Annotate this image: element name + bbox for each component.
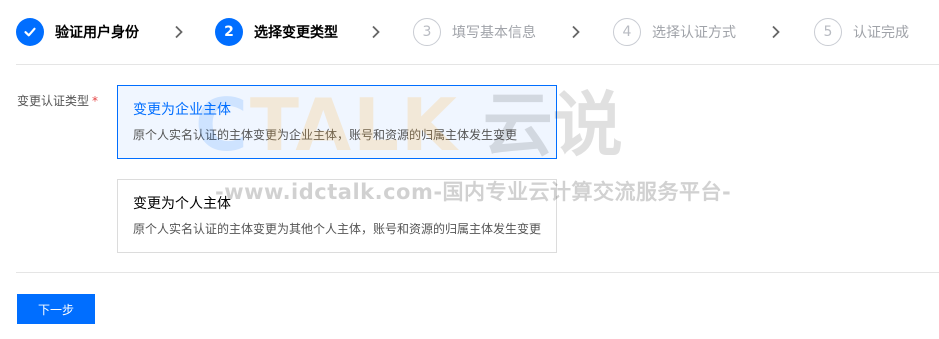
next-step-button[interactable]: 下一步 bbox=[17, 294, 95, 324]
option-personal-description: 原个人实名认证的主体变更为其他个人主体，账号和资源的归属主体发生变更 bbox=[133, 222, 542, 236]
step-5-label: 认证完成 bbox=[853, 25, 909, 41]
check-icon bbox=[16, 18, 44, 46]
chevron-right-icon bbox=[370, 24, 382, 40]
option-personal-title: 变更为个人主体 bbox=[133, 196, 231, 212]
field-label-text: 变更认证类型 bbox=[17, 94, 90, 108]
step-3: 3 填写基本信息 bbox=[413, 18, 536, 46]
option-enterprise-title: 变更为企业主体 bbox=[133, 102, 231, 118]
footer-divider bbox=[16, 272, 939, 273]
step-2-label: 选择变更类型 bbox=[254, 25, 338, 41]
step-2: 2 选择变更类型 bbox=[215, 18, 338, 46]
step-4: 4 选择认证方式 bbox=[613, 18, 736, 46]
step-4-number: 4 bbox=[613, 18, 641, 46]
option-personal[interactable]: 变更为个人主体 原个人实名认证的主体变更为其他个人主体，账号和资源的归属主体发生… bbox=[117, 179, 557, 253]
step-3-label: 填写基本信息 bbox=[452, 25, 536, 41]
step-4-label: 选择认证方式 bbox=[652, 25, 736, 41]
stepper: 验证用户身份 2 选择变更类型 3 填写基本信息 4 选择认证方式 5 认证完成 bbox=[0, 0, 939, 64]
option-enterprise-description: 原个人实名认证的主体变更为企业主体，账号和资源的归属主体发生变更 bbox=[133, 128, 518, 142]
step-2-number: 2 bbox=[215, 18, 243, 46]
chevron-right-icon bbox=[770, 24, 782, 40]
chevron-right-icon bbox=[570, 24, 582, 40]
step-5-number: 5 bbox=[814, 18, 842, 46]
required-mark: * bbox=[92, 94, 99, 108]
step-1: 验证用户身份 bbox=[16, 18, 139, 46]
field-label: 变更认证类型 * bbox=[17, 92, 98, 109]
step-1-label: 验证用户身份 bbox=[55, 25, 139, 41]
step-5: 5 认证完成 bbox=[814, 18, 909, 46]
option-enterprise[interactable]: 变更为企业主体 原个人实名认证的主体变更为企业主体，账号和资源的归属主体发生变更 bbox=[117, 85, 557, 159]
header-divider bbox=[16, 64, 939, 65]
chevron-right-icon bbox=[173, 24, 185, 40]
step-3-number: 3 bbox=[413, 18, 441, 46]
